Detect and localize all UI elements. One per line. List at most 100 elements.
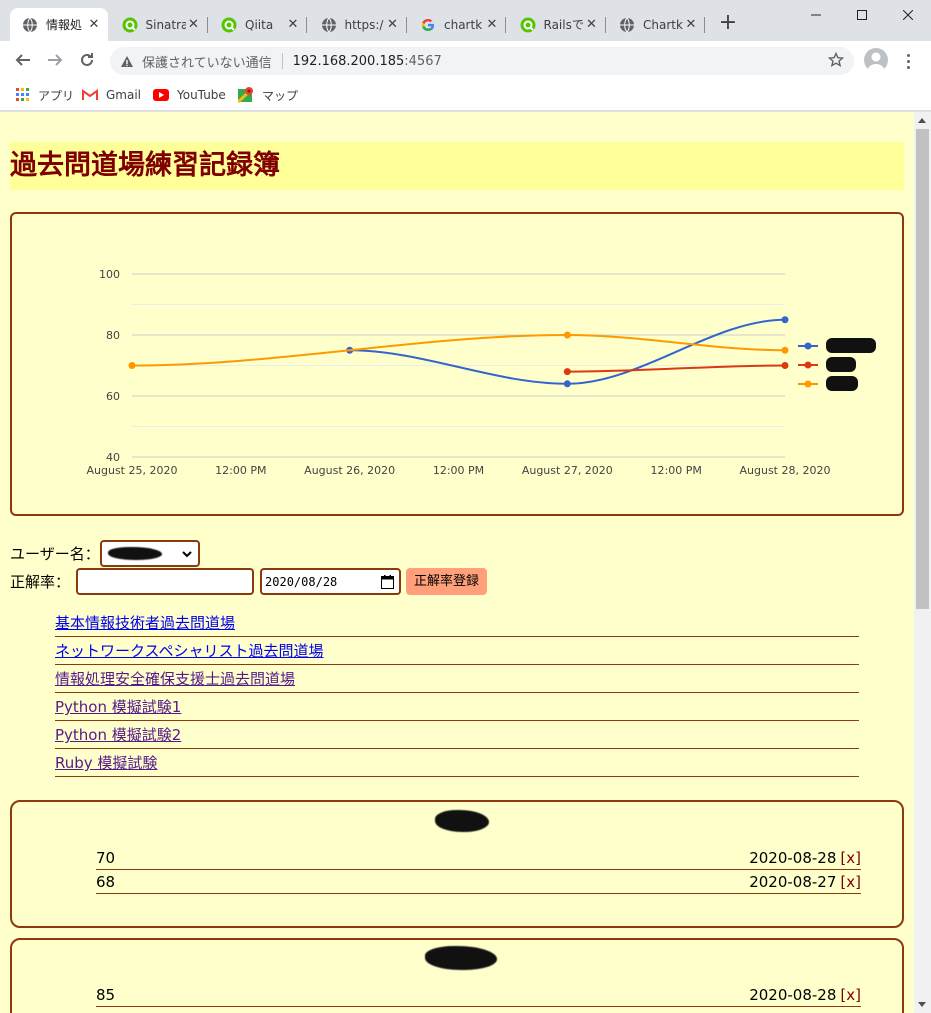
reload-button[interactable] (74, 47, 100, 73)
exam-link[interactable]: ネットワークスペシャリスト過去問道場 (55, 640, 324, 661)
apps-grid-icon (16, 88, 30, 102)
profile-avatar[interactable] (864, 48, 888, 72)
data-point (564, 380, 571, 387)
tab-strip: 情報処✕Sinatra✕Qiita✕https:/✕chartk✕Railsで✕… (0, 0, 931, 41)
score-value: 68 (96, 873, 115, 891)
delete-record-link[interactable]: [x] (840, 873, 861, 891)
minimize-button[interactable] (793, 0, 839, 30)
x-tick-label: August 26, 2020 (304, 464, 395, 477)
qiita-icon (122, 17, 138, 33)
x-tick-label: 12:00 PM (651, 464, 702, 477)
tab-separator (505, 17, 506, 33)
chevron-down-icon (182, 551, 192, 558)
minimize-icon (811, 10, 821, 20)
scroll-up-arrow[interactable] (918, 118, 926, 123)
calendar-icon (381, 575, 394, 589)
warning-icon (120, 55, 134, 68)
bookmark-youtube[interactable]: YouTube (153, 85, 226, 105)
scroll-thumb[interactable] (916, 129, 929, 609)
legend-marker (805, 362, 812, 369)
close-icon (903, 10, 913, 20)
browser-tab[interactable]: chartk✕ (408, 8, 506, 41)
y-tick-label: 80 (106, 329, 120, 342)
bookmark-apps[interactable]: アプリ (16, 85, 74, 105)
page-scrollbar[interactable] (914, 112, 931, 1013)
maps-icon (238, 87, 254, 103)
forward-button[interactable] (42, 47, 68, 73)
date-input[interactable]: 2020/08/28 (260, 568, 401, 595)
bookmark-maps[interactable]: マップ (238, 85, 298, 105)
browser-tab[interactable]: 情報処✕ (10, 8, 108, 41)
close-tab-icon[interactable]: ✕ (385, 17, 401, 32)
score-date: 2020-08-28 (749, 986, 836, 1004)
user-select[interactable] (100, 540, 200, 567)
score-line-chart: 406080100August 25, 202012:00 PMAugust 2… (12, 214, 902, 514)
series-line (567, 366, 785, 372)
data-point (129, 362, 136, 369)
delete-record-link[interactable]: [x] (840, 986, 861, 1004)
close-window-button[interactable] (885, 0, 931, 30)
tab-title: Railsで (544, 16, 584, 33)
close-tab-icon[interactable]: ✕ (86, 17, 102, 32)
browser-tab[interactable]: Sinatra✕ (110, 8, 208, 41)
qiita-icon (520, 17, 536, 33)
address-bar[interactable]: 保護されていない通信 192.168.200.185:4567 (110, 47, 854, 75)
list-item: 情報処理安全確保支援士過去問道場 (55, 665, 859, 693)
y-tick-label: 40 (106, 451, 120, 464)
score-meta: 2020-08-28[x] (749, 986, 861, 1004)
bookmark-label: アプリ (38, 87, 74, 104)
register-rate-button[interactable]: 正解率登録 (406, 568, 487, 595)
data-point (564, 368, 571, 375)
globe-icon (22, 17, 38, 33)
back-button[interactable] (10, 47, 36, 73)
reload-icon (79, 52, 95, 68)
bookmark-label: Gmail (106, 88, 141, 102)
rate-input[interactable] (76, 568, 254, 595)
rate-row: 正解率： 2020/08/28 正解率登録 (10, 568, 487, 595)
gmail-icon (82, 89, 98, 101)
close-tab-icon[interactable]: ✕ (584, 17, 600, 32)
exam-link[interactable]: 基本情報技術者過去問道場 (55, 612, 235, 633)
legend-marker (805, 381, 812, 388)
browser-toolbar: 保護されていない通信 192.168.200.185:4567 (0, 41, 931, 79)
score-row: 70 2020-08-28[x] (96, 846, 861, 870)
score-meta: 2020-08-28[x] (749, 849, 861, 867)
redacted-legend-label (826, 357, 856, 372)
close-tab-icon[interactable]: ✕ (683, 17, 699, 32)
redacted-username (108, 547, 162, 560)
score-value: 70 (96, 849, 115, 867)
browser-tab[interactable]: Chartk✕ (607, 8, 705, 41)
browser-tab[interactable]: https:/✕ (309, 8, 407, 41)
user-row: ユーザー名： (10, 540, 200, 567)
exam-link[interactable]: Python 模擬試験1 (55, 696, 181, 717)
browser-tab[interactable]: Qiita✕ (209, 8, 307, 41)
legend-marker (805, 343, 812, 350)
bookmark-gmail[interactable]: Gmail (82, 85, 141, 105)
x-tick-label: 12:00 PM (215, 464, 266, 477)
exam-link[interactable]: Python 模擬試験2 (55, 724, 181, 745)
arrow-left-icon (15, 52, 31, 68)
list-item: Python 模擬試験2 (55, 721, 859, 749)
score-row: 852020-08-28[x] (96, 983, 861, 1007)
scroll-down-arrow[interactable] (918, 1002, 926, 1007)
browser-tab[interactable]: Railsで✕ (508, 8, 606, 41)
new-tab-button[interactable]: + (716, 12, 740, 36)
security-status[interactable]: 保護されていない通信 (142, 52, 272, 71)
arrow-right-icon (47, 52, 63, 68)
score-date: 2020-08-27 (749, 873, 836, 891)
tab-title: 情報処 (46, 16, 86, 33)
close-tab-icon[interactable]: ✕ (484, 17, 500, 32)
redacted-username (425, 946, 497, 970)
exam-link[interactable]: 情報処理安全確保支援士過去問道場 (55, 668, 295, 689)
delete-record-link[interactable]: [x] (840, 849, 861, 867)
maximize-button[interactable] (839, 0, 885, 30)
browser-menu-button[interactable] (900, 49, 916, 73)
tab-separator (306, 17, 307, 33)
list-item: 基本情報技術者過去問道場 (55, 609, 859, 637)
exam-link[interactable]: Ruby 模擬試験 (55, 752, 157, 773)
y-tick-label: 100 (99, 268, 120, 281)
close-tab-icon[interactable]: ✕ (285, 17, 301, 32)
person-icon (864, 48, 888, 72)
close-tab-icon[interactable]: ✕ (186, 17, 202, 32)
star-icon[interactable] (828, 52, 844, 68)
